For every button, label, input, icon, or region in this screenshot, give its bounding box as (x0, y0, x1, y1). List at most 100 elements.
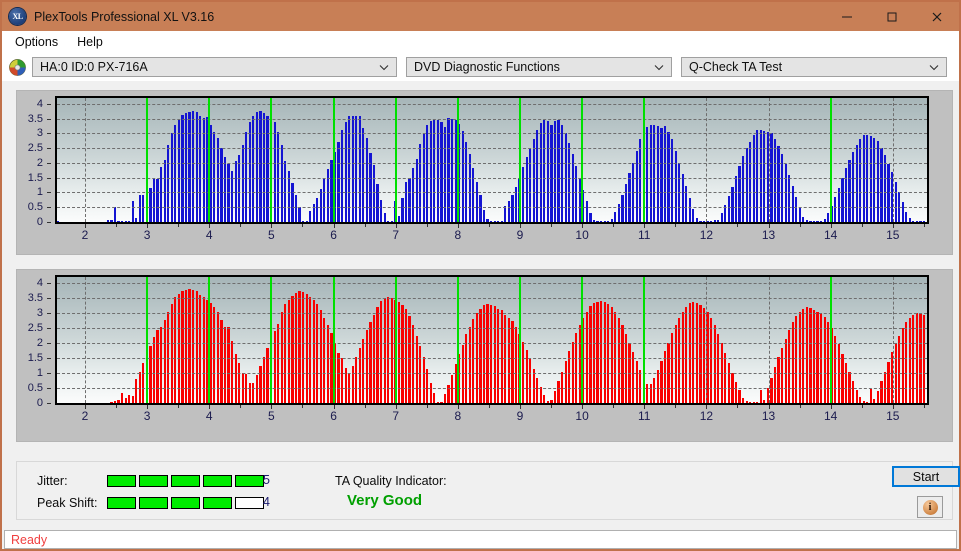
chart-bar (660, 128, 663, 222)
chart-bar (820, 221, 823, 222)
chart-bar (543, 120, 546, 222)
chart-bar (113, 207, 117, 222)
x-axis-tick (892, 224, 894, 228)
chart-bar (497, 221, 500, 222)
x-axis-tick (271, 224, 273, 228)
chart-bar (337, 141, 340, 222)
chart-bar (390, 298, 393, 403)
chart-bar (177, 294, 180, 403)
x-axis-tick-label: 10 (575, 228, 589, 242)
chart-bar (383, 212, 386, 222)
x-axis-tick (830, 405, 832, 409)
y-axis-tick-label: 4 (36, 97, 43, 110)
x-axis-tick-label: 9 (516, 409, 524, 423)
start-button[interactable]: Start (892, 466, 960, 487)
chart-bar (908, 317, 911, 403)
chart-bar (883, 371, 887, 403)
x-axis-tick (519, 405, 521, 409)
chart-bar (617, 317, 620, 403)
chart-bar (135, 379, 138, 403)
chart-bar (646, 384, 649, 403)
x-axis-tick-label: 4 (205, 409, 213, 423)
app-logo-icon: XL (9, 8, 26, 25)
x-axis-tick (706, 224, 708, 228)
y-axis-tick (47, 283, 51, 284)
test-select[interactable]: Q-Check TA Test (681, 57, 947, 77)
chart-bar (454, 364, 457, 403)
chart-bar (749, 401, 752, 403)
chart-bar (869, 388, 872, 403)
chart-bar (273, 122, 276, 222)
chart-bar (309, 296, 312, 403)
chart-bar (475, 182, 479, 222)
close-icon[interactable] (914, 2, 959, 31)
chart-bar (376, 307, 379, 403)
peak-shift-chart-y-axis: 0 0.5 1 1.5 2 2.5 3 3.5 4 (17, 270, 51, 409)
chart-bar (284, 304, 287, 403)
chart-bar (213, 307, 216, 403)
chart-bar (681, 311, 684, 403)
rating-segment (203, 497, 232, 509)
chart-bar (841, 353, 844, 403)
jitter-value: 5 (263, 473, 270, 487)
chart-bar (529, 358, 532, 403)
chart-bar (294, 292, 298, 403)
x-axis-tick-label: 5 (268, 228, 275, 242)
drive-select[interactable]: HA:0 ID:0 PX-716A (32, 57, 397, 77)
rating-segment (235, 475, 264, 487)
chart-bar (149, 346, 152, 403)
chart-bar (131, 396, 134, 403)
chart-bar (908, 218, 911, 222)
menu-item-options[interactable]: Options (7, 33, 66, 51)
chart-bar (749, 142, 752, 222)
chart-bar (706, 220, 709, 222)
chart-bar (280, 311, 283, 403)
chart-bar (113, 400, 117, 403)
chart-bar (507, 200, 510, 222)
chart-bar (124, 397, 127, 403)
x-axis-tick (519, 224, 521, 228)
chart-bar (404, 182, 408, 222)
chart-bar (756, 130, 759, 222)
chart-bar (915, 220, 919, 222)
chart-bar (912, 220, 915, 222)
chart-bar (461, 131, 464, 222)
chart-bar (639, 139, 642, 222)
chart-bar (727, 196, 730, 222)
chart-bar (699, 220, 702, 222)
maximize-icon[interactable] (869, 2, 914, 31)
chart-bar (543, 394, 546, 403)
y-axis-tick-label: 3 (36, 307, 43, 319)
x-axis-tick (768, 405, 770, 409)
chart-bar (287, 171, 290, 222)
peak-shift-value: 4 (263, 495, 270, 509)
chart-bar (646, 126, 649, 222)
chart-bar (404, 309, 408, 403)
chart-bar (635, 361, 638, 403)
chart-bar (600, 220, 603, 222)
minimize-icon[interactable] (824, 2, 869, 31)
x-axis-tick-label: 2 (81, 228, 89, 242)
function-select[interactable]: DVD Diagnostic Functions (406, 57, 672, 77)
chart-bar (600, 301, 603, 403)
x-axis-tick-label: 14 (823, 409, 838, 423)
chart-bar (678, 162, 681, 222)
y-axis-tick (47, 313, 51, 314)
x-axis-minor-tick (240, 224, 242, 227)
rating-segment (235, 497, 264, 509)
menu-item-help[interactable]: Help (69, 33, 111, 51)
x-axis-minor-tick (861, 224, 863, 227)
x-axis-tick-label: 13 (761, 409, 776, 423)
chart-bar (248, 121, 251, 222)
x-axis-minor-tick (426, 224, 428, 227)
chart-bar (206, 117, 209, 222)
chart-bar (447, 385, 450, 403)
chart-bar (802, 308, 805, 403)
chart-bar (922, 221, 926, 222)
info-button[interactable]: i (917, 496, 943, 518)
chart-bar (241, 145, 244, 222)
chart-bar (837, 343, 840, 403)
chart-bar (585, 311, 589, 403)
chart-bar (145, 191, 149, 222)
chart-bar (170, 132, 173, 222)
